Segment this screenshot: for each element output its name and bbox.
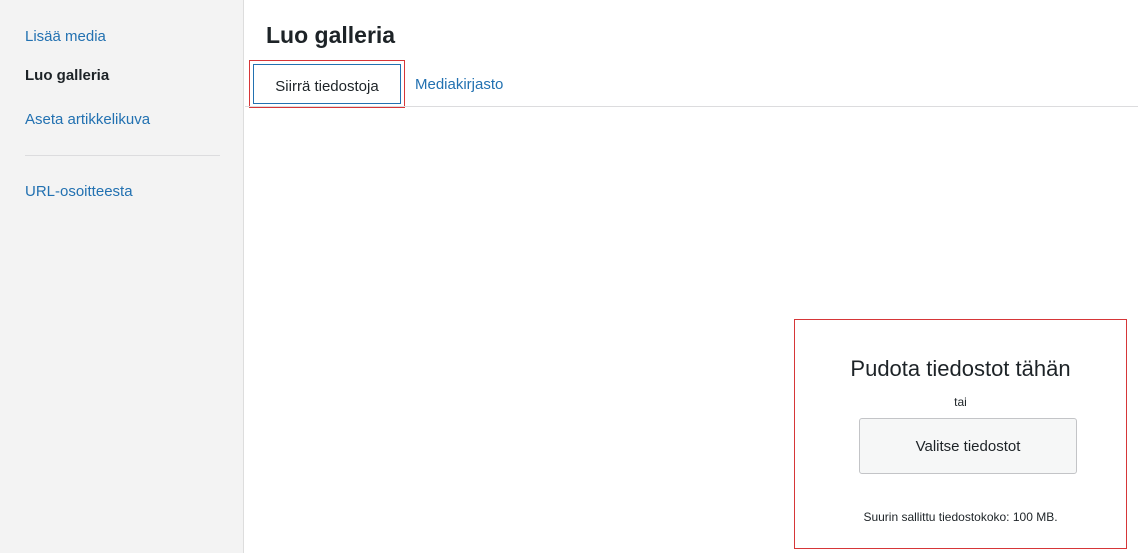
drop-zone-or-text: tai (954, 395, 967, 409)
select-files-button[interactable]: Valitse tiedostot (859, 418, 1077, 474)
tab-focus-ring: Siirrä tiedostoja (253, 64, 401, 104)
tab-upload-files-label: Siirrä tiedostoja (275, 78, 379, 95)
media-modal: Lisää media Luo galleria Aseta artikkeli… (0, 0, 1138, 553)
drop-zone-title: Pudota tiedostot tähän (850, 356, 1071, 381)
sidebar-item-insert-from-url[interactable]: URL-osoitteesta (25, 182, 133, 202)
sidebar-item-create-gallery[interactable]: Luo galleria (25, 66, 109, 86)
tabs-divider (245, 106, 1138, 107)
select-files-button-label: Valitse tiedostot (915, 438, 1021, 455)
max-upload-size: Suurin sallittu tiedostokoko: 100 MB. (863, 510, 1058, 524)
tab-upload-files[interactable]: Siirrä tiedostoja (249, 60, 405, 108)
media-frame-content: Luo galleria Siirrä tiedostoja Mediakirj… (245, 0, 1138, 553)
sidebar-item-set-featured-image[interactable]: Aseta artikkelikuva (25, 110, 150, 130)
sidebar-separator (25, 155, 220, 156)
tab-media-library[interactable]: Mediakirjasto (415, 75, 503, 95)
upload-drop-zone[interactable]: Pudota tiedostot tähän tai Valitse tiedo… (794, 319, 1127, 549)
sidebar-item-add-media[interactable]: Lisää media (25, 27, 106, 47)
page-title: Luo galleria (266, 22, 396, 48)
media-sidebar: Lisää media Luo galleria Aseta artikkeli… (0, 0, 244, 553)
